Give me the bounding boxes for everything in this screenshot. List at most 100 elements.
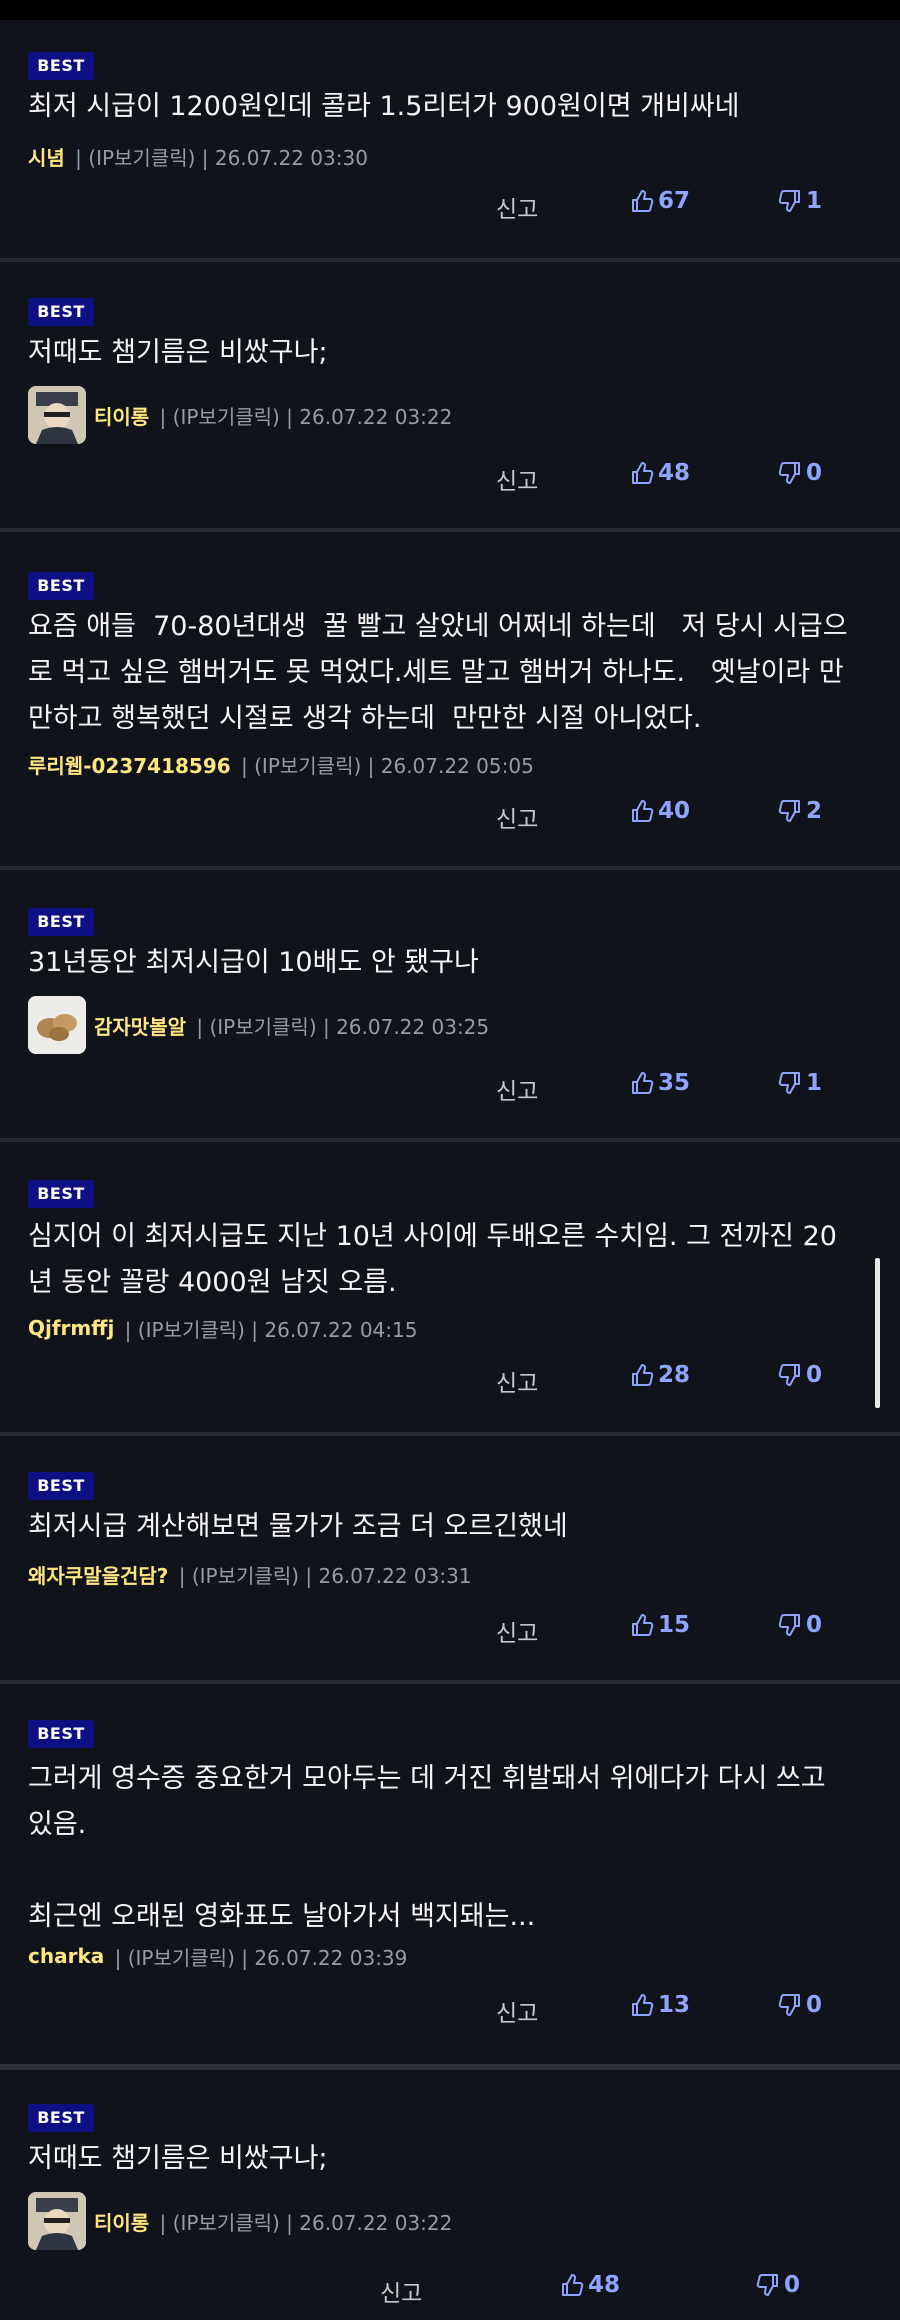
comment-item: BEST 요즘 애들 70-80년대생 꿀 빨고 살았네 어쩌네 하는데 저 당… [0, 532, 900, 866]
thumbs-down-icon [778, 1072, 800, 1094]
report-button[interactable]: 신고 [496, 462, 538, 496]
comment-text: 저때도 챔기름은 비쌌구나; [28, 2143, 328, 2174]
comment-item: BEST 저때도 챔기름은 비쌌구나; 티이롱 | (IP보기클릭) | 26.… [0, 2070, 900, 2320]
dislike-button[interactable]: 0 [778, 1612, 822, 1638]
report-button[interactable]: 신고 [380, 2274, 422, 2308]
dislike-count: 1 [806, 1070, 823, 1096]
thumbs-up-icon [632, 1364, 654, 1386]
thumbs-up-icon [632, 800, 654, 822]
comment-meta: 시념 | (IP보기클릭) | 26.07.22 03:30 [28, 138, 368, 174]
comment-item: BEST 최저시급 계산해보면 물가가 조금 더 오르긴했네 왜자쿠말을건담? … [0, 1436, 900, 1680]
best-badge: BEST [28, 1180, 94, 1208]
thumbs-up-icon [632, 462, 654, 484]
comment-meta: 루리웹-0237418596 | (IP보기클릭) | 26.07.22 05:… [28, 746, 534, 782]
comment-actions: 신고 40 2 [0, 796, 900, 836]
comment-info[interactable]: | (IP보기클릭) | 26.07.22 03:31 [172, 1560, 472, 1589]
thumbs-up-icon [632, 1614, 654, 1636]
author-nickname[interactable]: 시념 [28, 142, 65, 171]
comment-info[interactable]: | (IP보기클릭) | 26.07.22 03:25 [190, 1011, 489, 1040]
dislike-button[interactable]: 0 [778, 460, 822, 486]
comment-item: BEST 31년동안 최저시급이 10배도 안 됐구나 감자맛볼알 | (IP보… [0, 870, 900, 1138]
dislike-button[interactable]: 0 [778, 1992, 822, 2018]
thumbs-down-icon [778, 190, 800, 212]
comment-text: 심지어 이 최저시급도 지난 10년 사이에 두배오른 수치임. 그 전까진 2… [28, 1221, 837, 1298]
author-nickname[interactable]: 티이롱 [94, 2207, 149, 2236]
report-button[interactable]: 신고 [496, 1072, 538, 1106]
comment-info[interactable]: | (IP보기클릭) | 26.07.22 03:30 [69, 142, 368, 171]
dislike-button[interactable]: 1 [778, 188, 822, 214]
report-button[interactable]: 신고 [496, 1614, 538, 1648]
like-count: 15 [658, 1612, 691, 1638]
thumbs-down-icon [756, 2274, 778, 2296]
comment-text: 그러게 영수증 중요한거 모아두는 데 거진 휘발돼서 위에다가 다시 쓰고 있… [28, 1763, 826, 1932]
like-count: 13 [658, 1992, 691, 2018]
comment-item: BEST 심지어 이 최저시급도 지난 10년 사이에 두배오른 수치임. 그 … [0, 1142, 900, 1432]
status-bar [0, 0, 900, 20]
thumbs-down-icon [778, 800, 800, 822]
dislike-count: 1 [806, 188, 823, 214]
thumbs-up-icon [562, 2274, 584, 2296]
like-button[interactable]: 48 [630, 460, 690, 486]
dislike-button[interactable]: 0 [756, 2272, 800, 2298]
comment-text: 저때도 챔기름은 비쌌구나; [28, 337, 328, 368]
report-button[interactable]: 신고 [496, 1994, 538, 2028]
avatar[interactable] [28, 2192, 86, 2250]
comment-actions: 신고 48 0 [0, 458, 900, 498]
comment-text: 최저 시급이 1200원인데 콜라 1.5리터가 900원이면 개비싸네 [28, 91, 740, 122]
thumbs-down-icon [778, 1364, 800, 1386]
comment-meta: 티이롱 | (IP보기클릭) | 26.07.22 03:22 [28, 386, 452, 444]
author-nickname[interactable]: 티이롱 [94, 401, 149, 430]
like-button[interactable]: 15 [630, 1612, 690, 1638]
manga-character-avatar [28, 2192, 86, 2250]
best-badge: BEST [28, 1720, 94, 1748]
comment-meta: 티이롱 | (IP보기클릭) | 26.07.22 03:22 [28, 2192, 452, 2250]
best-badge: BEST [28, 572, 94, 600]
comment-info[interactable]: | (IP보기클릭) | 26.07.22 03:39 [108, 1942, 408, 1971]
thumbs-up-icon [632, 190, 654, 212]
comment-actions: 신고 15 0 [0, 1610, 900, 1650]
like-button[interactable]: 67 [630, 188, 690, 214]
like-button[interactable]: 48 [560, 2272, 620, 2298]
avatar[interactable] [28, 996, 86, 1054]
comment-text: 요즘 애들 70-80년대생 꿀 빨고 살았네 어쩌네 하는데 저 당시 시급으… [28, 611, 848, 734]
best-badge: BEST [28, 1472, 94, 1500]
comment-info[interactable]: | (IP보기클릭) | 26.07.22 03:22 [153, 2207, 453, 2236]
like-count: 40 [658, 798, 691, 824]
report-button[interactable]: 신고 [496, 800, 538, 834]
dislike-button[interactable]: 0 [778, 1362, 822, 1388]
comment-info[interactable]: | (IP보기클릭) | 26.07.22 05:05 [235, 750, 534, 779]
author-nickname[interactable]: 감자맛볼알 [94, 1011, 186, 1040]
dislike-count: 0 [806, 460, 823, 486]
report-button[interactable]: 신고 [496, 190, 538, 224]
like-count: 35 [658, 1070, 691, 1096]
thumbs-up-icon [632, 1072, 654, 1094]
dislike-button[interactable]: 1 [778, 1070, 822, 1096]
author-nickname[interactable]: 루리웹-0237418596 [28, 750, 231, 779]
dislike-count: 2 [806, 798, 823, 824]
like-button[interactable]: 40 [630, 798, 690, 824]
dislike-count: 0 [806, 1612, 823, 1638]
dislike-button[interactable]: 2 [778, 798, 822, 824]
comment-actions: 신고 35 1 [0, 1068, 900, 1108]
dislike-count: 0 [784, 2272, 801, 2298]
manga-character-avatar [28, 386, 86, 444]
author-nickname[interactable]: 왜자쿠말을건담? [28, 1560, 168, 1589]
comment-meta: 왜자쿠말을건담? | (IP보기클릭) | 26.07.22 03:31 [28, 1556, 472, 1592]
comment-item: BEST 저때도 챔기름은 비쌌구나; 티이롱 | (IP보기클릭) | 26.… [0, 262, 900, 528]
best-badge: BEST [28, 2104, 94, 2132]
potatoes-avatar [28, 996, 86, 1054]
scrollbar[interactable] [875, 1258, 880, 1408]
avatar[interactable] [28, 386, 86, 444]
comment-info[interactable]: | (IP보기클릭) | 26.07.22 04:15 [118, 1314, 418, 1343]
best-badge: BEST [28, 298, 94, 326]
like-button[interactable]: 35 [630, 1070, 690, 1096]
thumbs-up-icon [632, 1994, 654, 2016]
best-badge: BEST [28, 52, 94, 80]
comment-meta: charka | (IP보기클릭) | 26.07.22 03:39 [28, 1938, 407, 1974]
report-button[interactable]: 신고 [496, 1364, 538, 1398]
author-nickname[interactable]: charka [28, 1944, 104, 1968]
like-button[interactable]: 28 [630, 1362, 690, 1388]
like-button[interactable]: 13 [630, 1992, 690, 2018]
author-nickname[interactable]: Qjfrmffj [28, 1316, 114, 1340]
comment-info[interactable]: | (IP보기클릭) | 26.07.22 03:22 [153, 401, 453, 430]
